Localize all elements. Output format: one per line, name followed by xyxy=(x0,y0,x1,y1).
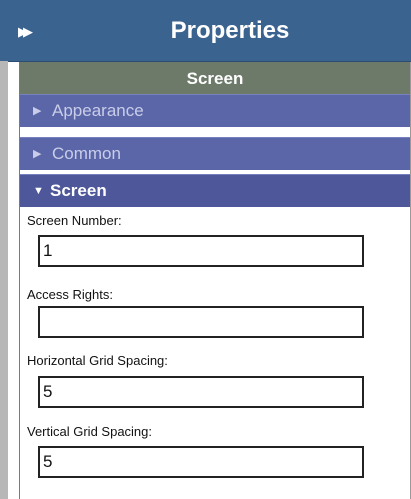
section-common[interactable]: ▶ Common xyxy=(20,137,410,170)
vertical-grid-spacing-label: Vertical Grid Spacing: xyxy=(27,424,153,439)
horizontal-grid-spacing-label: Horizontal Grid Spacing: xyxy=(27,353,168,368)
section-appearance[interactable]: ▶ Appearance xyxy=(20,94,410,127)
panel-title: Properties xyxy=(170,17,290,44)
horizontal-grid-spacing-input[interactable] xyxy=(38,376,364,408)
caret-right-icon: ▶ xyxy=(33,148,42,160)
double-chevron-right-icon[interactable]: ▶▶ xyxy=(18,23,42,41)
caret-right-icon: ▶ xyxy=(33,105,42,117)
vertical-grid-spacing-input[interactable] xyxy=(38,446,364,478)
access-rights-input[interactable] xyxy=(38,306,364,338)
screen-group: Screen ▶ Appearance ▶ Common ▼ Screen Sc… xyxy=(19,62,411,499)
section-label: Common xyxy=(52,144,121,163)
section-label: Appearance xyxy=(52,101,144,120)
panel-left-edge xyxy=(0,61,8,499)
section-label: Screen xyxy=(50,181,107,200)
screen-number-label: Screen Number: xyxy=(27,213,122,228)
access-rights-label: Access Rights: xyxy=(27,287,113,302)
caret-down-icon: ▼ xyxy=(33,185,44,197)
section-screen[interactable]: ▼ Screen xyxy=(20,174,410,207)
properties-panel: ▶▶ Properties Screen ▶ Appearance ▶ Comm… xyxy=(0,0,411,499)
group-header: Screen xyxy=(20,62,410,94)
panel-titlebar: ▶▶ Properties xyxy=(0,0,411,62)
screen-number-input[interactable] xyxy=(38,235,364,267)
